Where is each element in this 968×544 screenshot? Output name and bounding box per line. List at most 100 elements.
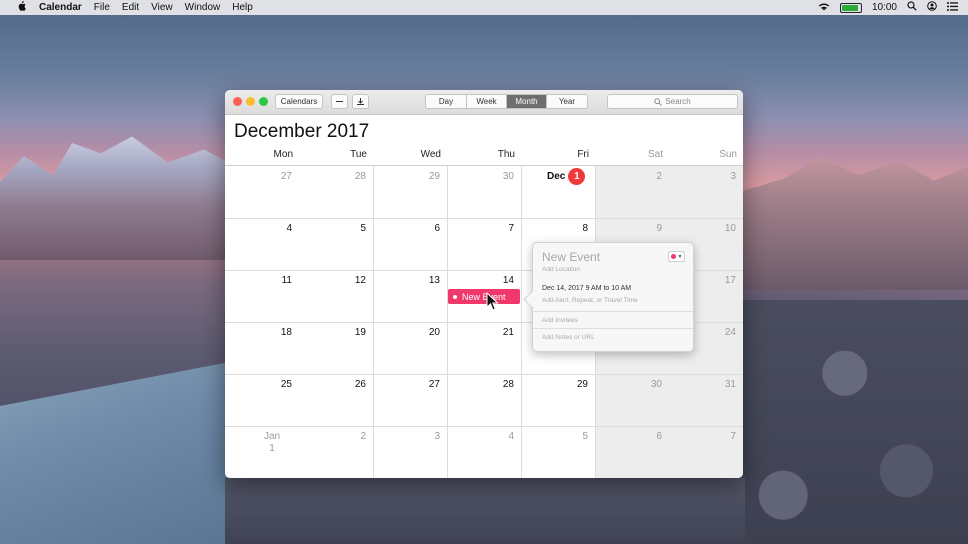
month-start-label: Jan	[263, 431, 281, 442]
weekday-sun: Sun	[719, 149, 737, 160]
battery-icon[interactable]	[839, 2, 862, 13]
weekday-wed: Wed	[420, 149, 441, 160]
day-cell-jan-4[interactable]: 4	[474, 431, 514, 442]
day-cell-dec-31[interactable]: 31	[696, 379, 736, 390]
day-cell-dec-17[interactable]: 17	[696, 275, 736, 286]
notification-center-icon[interactable]	[947, 1, 958, 14]
view-day-button[interactable]: Day	[426, 95, 467, 108]
menu-bar: Calendar File Edit View Window Help 10:0…	[0, 0, 968, 15]
add-event-button[interactable]	[331, 94, 348, 109]
day-cell-dec-24[interactable]: 24	[696, 327, 736, 338]
weekday-mon: Mon	[273, 149, 293, 160]
calendars-button[interactable]: Calendars	[275, 94, 323, 109]
day-cell-jan-5[interactable]: 5	[548, 431, 588, 442]
calendar-color-picker[interactable]: ▼	[668, 251, 685, 262]
window-toolbar: Calendars Day Week Month Year Search	[225, 90, 743, 115]
day-cell-dec-3[interactable]: 3	[696, 171, 736, 182]
day-cell-dec-20[interactable]: 20	[400, 327, 440, 338]
user-account-icon[interactable]	[927, 1, 937, 14]
grid-line	[225, 426, 743, 427]
weekday-sat: Sat	[647, 149, 663, 160]
day-cell-dec-28[interactable]: 28	[474, 379, 514, 390]
menu-window[interactable]: Window	[185, 2, 221, 13]
view-month-button[interactable]: Month	[507, 95, 547, 108]
search-placeholder: Search	[665, 97, 691, 106]
spotlight-search-icon[interactable]	[907, 1, 917, 14]
menu-view[interactable]: View	[151, 2, 173, 13]
view-selector: Day Week Month Year	[425, 94, 588, 109]
day-cell-dec-9[interactable]: 9	[622, 223, 662, 234]
day-cell-jan-6[interactable]: 6	[622, 431, 662, 442]
day-cell-dec-30[interactable]: 30	[622, 379, 662, 390]
event-dot-icon	[453, 294, 457, 299]
menu-clock[interactable]: 10:00	[872, 2, 897, 13]
menu-edit[interactable]: Edit	[122, 2, 139, 13]
grid-line	[225, 374, 743, 375]
day-cell-dec-26[interactable]: 26	[326, 379, 366, 390]
add-notes-field[interactable]: Add Notes or URL	[542, 334, 595, 341]
apple-logo-icon[interactable]	[14, 1, 28, 14]
export-button[interactable]	[352, 94, 369, 109]
minus-icon	[336, 101, 343, 102]
wallpaper-rocks-bottom	[225, 478, 745, 544]
day-cell-nov-30[interactable]: 30	[474, 171, 514, 182]
today-badge: 1	[568, 168, 586, 185]
popover-divider	[533, 328, 693, 329]
event-details-popover: New Event ▼ Add Location Dec 14, 2017 9 …	[523, 242, 694, 352]
menu-app-name[interactable]: Calendar	[39, 2, 82, 13]
day-cell-nov-28[interactable]: 28	[326, 171, 366, 182]
weekday-fri: Fri	[577, 149, 589, 160]
view-year-button[interactable]: Year	[547, 95, 587, 108]
grid-line	[225, 218, 743, 219]
menu-file[interactable]: File	[94, 2, 110, 13]
add-alert-field[interactable]: Add Alert, Repeat, or Travel Time	[542, 297, 638, 304]
color-swatch-icon	[670, 254, 676, 259]
day-cell-nov-27[interactable]: 27	[252, 171, 292, 182]
download-icon	[357, 98, 364, 105]
day-cell-jan-3[interactable]: 3	[400, 431, 440, 442]
day-cell-dec-27[interactable]: 27	[400, 379, 440, 390]
day-cell-dec-21[interactable]: 21	[474, 327, 514, 338]
day-cell-dec-1[interactable]: Dec 1	[547, 168, 586, 185]
day-cell-dec-13[interactable]: 13	[400, 275, 440, 286]
day-cell-dec-8[interactable]: 8	[548, 223, 588, 234]
search-icon	[654, 97, 663, 106]
event-title-field[interactable]: New Event	[542, 250, 600, 264]
weekday-thu: Thu	[497, 149, 515, 160]
day-cell-dec-6[interactable]: 6	[400, 223, 440, 234]
day-cell-jan-7[interactable]: 7	[696, 431, 736, 442]
month-start-label: Dec	[547, 171, 566, 182]
day-number: 1	[269, 443, 275, 454]
day-cell-dec-14[interactable]: 14	[474, 275, 514, 286]
add-location-field[interactable]: Add Location	[542, 266, 580, 273]
chevron-down-icon: ▼	[677, 253, 683, 260]
add-invitees-field[interactable]: Add Invitees	[542, 317, 578, 324]
month-title: December 2017	[234, 121, 370, 142]
day-cell-jan-2[interactable]: 2	[326, 431, 366, 442]
menu-help[interactable]: Help	[232, 2, 253, 13]
event-datetime[interactable]: Dec 14, 2017 9 AM to 10 AM	[542, 285, 631, 292]
day-cell-dec-7[interactable]: 7	[474, 223, 514, 234]
view-week-button[interactable]: Week	[467, 95, 507, 108]
day-cell-nov-29[interactable]: 29	[400, 171, 440, 182]
day-cell-dec-5[interactable]: 5	[326, 223, 366, 234]
day-cell-dec-25[interactable]: 25	[252, 379, 292, 390]
day-cell-dec-10[interactable]: 10	[696, 223, 736, 234]
day-cell-dec-2[interactable]: 2	[622, 171, 662, 182]
weekday-tue: Tue	[350, 149, 367, 160]
day-cell-dec-19[interactable]: 19	[326, 327, 366, 338]
search-field[interactable]: Search	[607, 94, 738, 109]
wifi-icon[interactable]	[818, 2, 830, 14]
day-cell-dec-12[interactable]: 12	[326, 275, 366, 286]
close-window-icon[interactable]	[233, 97, 242, 106]
new-event-chip[interactable]: New Event	[448, 289, 520, 304]
day-cell-dec-29[interactable]: 29	[548, 379, 588, 390]
mouse-pointer-icon	[486, 292, 499, 311]
popover-divider	[533, 311, 693, 312]
zoom-window-icon[interactable]	[259, 97, 268, 106]
day-cell-dec-4[interactable]: 4	[252, 223, 292, 234]
day-cell-jan-1[interactable]: Jan 1	[252, 431, 292, 455]
day-cell-dec-18[interactable]: 18	[252, 327, 292, 338]
minimize-window-icon[interactable]	[246, 97, 255, 106]
day-cell-dec-11[interactable]: 11	[252, 275, 292, 286]
